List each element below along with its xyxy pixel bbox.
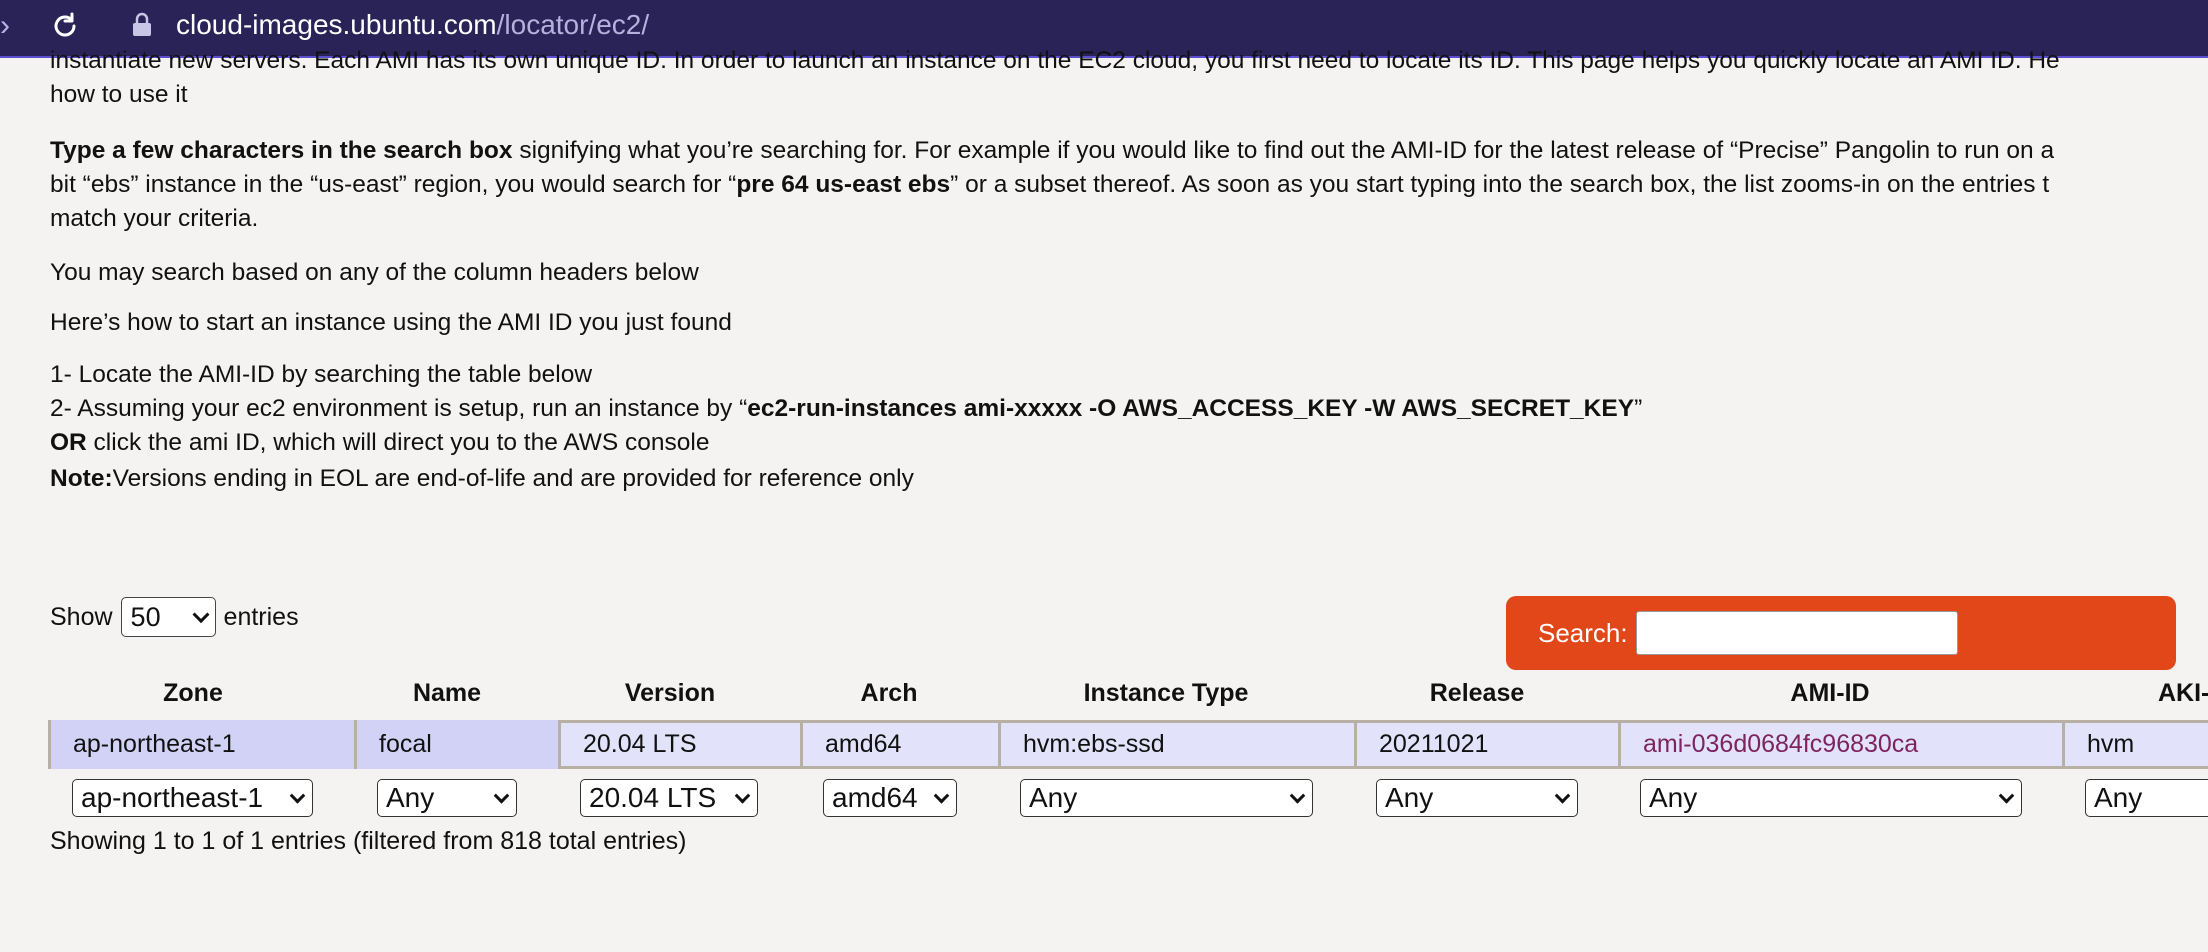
cell-instance-type: hvm:ebs-ssd (998, 720, 1354, 769)
header-aki[interactable]: AKI- (2120, 675, 2208, 711)
cell-aki: hvm (2062, 720, 2208, 769)
cell-release: 20211021 (1354, 720, 1618, 769)
steps: 1- Locate the AMI-ID by searching the ta… (50, 358, 1642, 460)
filter-instance-type-select[interactable]: Any (1020, 779, 1313, 817)
entries-label: entries (223, 602, 299, 631)
filter-aki-value: Any (2094, 782, 2143, 813)
cell-zone: ap-northeast-1 (48, 720, 354, 769)
or-bold: OR (50, 429, 87, 456)
filter-version-value: 20.04 LTS (589, 782, 717, 813)
entries-select[interactable]: 50 (120, 597, 216, 637)
search-label: Search: (1538, 617, 1628, 648)
search-panel: Search: (1506, 596, 2176, 670)
entries-select-value: 50 (130, 601, 161, 632)
intro-line-2: how to use it (50, 81, 188, 108)
url-path: /locator/ec2/ (496, 9, 650, 40)
howto-heading: Here’s how to start an instance using th… (50, 309, 732, 336)
show-label: Show (50, 602, 113, 631)
address-bar[interactable]: cloud-images.ubuntu.com/locator/ec2/ (176, 5, 649, 45)
search-tip-bold: Type a few characters in the search box (50, 137, 513, 164)
search-tip-text-2c: ” or a subset thereof. As soon as you st… (950, 171, 2050, 198)
filter-release-value: Any (1385, 782, 1434, 813)
filter-zone-select[interactable]: ap-northeast-1 (72, 779, 313, 817)
filter-name-select[interactable]: Any (377, 779, 517, 817)
filter-arch-select[interactable]: amd64 (823, 779, 957, 817)
chevron-down-icon (1998, 788, 2015, 804)
table-info: Showing 1 to 1 of 1 entries (filtered fr… (50, 827, 687, 855)
filter-ami-id-select[interactable]: Any (1640, 779, 2022, 817)
chevron-down-icon (289, 788, 306, 804)
filter-version-select[interactable]: 20.04 LTS (580, 779, 758, 817)
step-2-close-quote: ” (1634, 395, 1643, 422)
header-arch[interactable]: Arch (800, 675, 978, 711)
header-instance-type[interactable]: Instance Type (998, 675, 1334, 711)
intro-paragraph: instantiate new servers. Each AMI has it… (50, 44, 2060, 112)
filter-release-select[interactable]: Any (1376, 779, 1578, 817)
url-host: cloud-images.ubuntu.com (176, 9, 497, 40)
header-name[interactable]: Name (354, 675, 540, 711)
header-version[interactable]: Version (558, 675, 782, 711)
chevron-down-icon (192, 606, 210, 624)
chevron-down-icon (734, 788, 751, 804)
filter-aki-select[interactable]: Any (2085, 779, 2208, 817)
step-2-text: 2- Assuming your ec2 environment is setu… (50, 395, 748, 422)
forward-arrow-icon[interactable]: › (0, 8, 18, 44)
filter-instance-type-value: Any (1029, 782, 1078, 813)
chevron-down-icon (1554, 788, 1571, 804)
note: Note:Versions ending in EOL are end-of-l… (50, 462, 914, 496)
search-tip-text-3: match your criteria. (50, 205, 259, 232)
filter-arch-value: amd64 (832, 782, 918, 813)
step-2-command: ec2-run-instances ami-xxxxx -O AWS_ACCES… (747, 395, 1635, 422)
note-bold: Note: (50, 465, 113, 492)
intro-line-1: instantiate new servers. Each AMI has it… (50, 47, 2060, 74)
search-input[interactable] (1635, 611, 1958, 655)
header-release[interactable]: Release (1354, 675, 1600, 711)
or-text: click the ami ID, which will direct you … (86, 429, 710, 456)
chevron-down-icon (933, 788, 950, 804)
step-1: 1- Locate the AMI-ID by searching the ta… (50, 361, 593, 388)
chevron-down-icon (493, 788, 510, 804)
length-menu: Show 50 entries (50, 597, 299, 637)
header-zone[interactable]: Zone (50, 675, 336, 711)
filter-ami-id-value: Any (1649, 782, 1698, 813)
chevron-down-icon (1289, 788, 1306, 804)
cell-name: focal (354, 720, 558, 769)
filter-zone-value: ap-northeast-1 (81, 782, 264, 813)
search-tip-paragraph: Type a few characters in the search box … (50, 134, 2054, 236)
search-tip-text-1: signifying what you’re searching for. Fo… (512, 137, 2055, 164)
cell-version: 20.04 LTS (558, 720, 800, 769)
header-ami-id[interactable]: AMI-ID (1618, 675, 2042, 711)
lock-icon[interactable] (131, 12, 153, 38)
search-example-bold: pre 64 us-east ebs (736, 171, 951, 198)
column-hint: You may search based on any of the colum… (50, 259, 699, 286)
cell-arch: amd64 (800, 720, 998, 769)
cell-ami-id-link[interactable]: ami-036d0684fc96830ca (1618, 720, 2062, 769)
search-tip-text-2a: bit “ebs” instance in the “us-east” regi… (50, 171, 737, 198)
note-text: Versions ending in EOL are end-of-life a… (112, 465, 914, 492)
reload-icon[interactable] (46, 6, 84, 46)
filter-name-value: Any (386, 782, 435, 813)
